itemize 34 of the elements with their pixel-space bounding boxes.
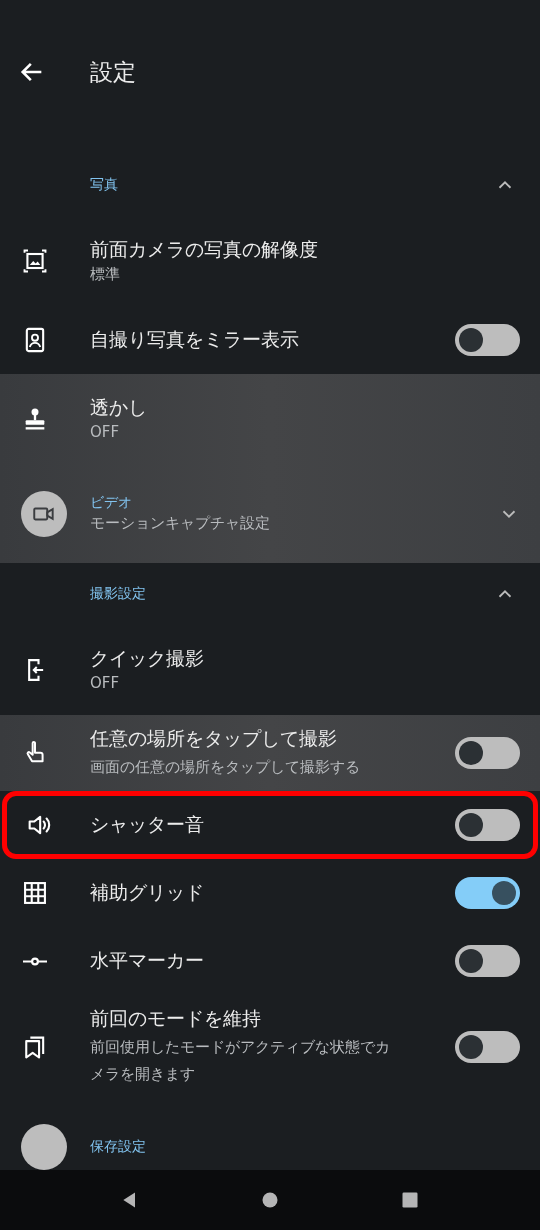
setting-value: 標準 [90, 265, 121, 285]
video-camera-icon [21, 490, 67, 537]
recents-icon[interactable] [400, 1190, 420, 1210]
setting-title: 水平マーカー [90, 948, 205, 974]
toggle-switch[interactable] [455, 324, 520, 356]
section-header[interactable]: 撮影設定 [0, 563, 540, 625]
setting-title: 前回のモードを維持 [90, 1006, 262, 1032]
level-marker-icon [23, 956, 47, 966]
shaded-setting-row[interactable]: ビデオ モーションキャプチャ設定 [0, 464, 540, 563]
setting-description: 画面の任意の場所をタップして撮影する [90, 757, 361, 778]
setting-title: ビデオ [90, 493, 133, 512]
shaded-setting-row[interactable]: 任意の場所をタップして撮影 画面の任意の場所をタップして撮影する [0, 715, 540, 792]
setting-description: 前回使用したモードがアクティブな状態でカメラを開きます [90, 1037, 391, 1085]
page-title: 設定 [90, 57, 136, 87]
toggle-switch[interactable] [455, 809, 520, 842]
shaded-setting-row[interactable]: 透かし OFF [0, 374, 540, 464]
setting-title: 任意の場所をタップして撮影 [90, 726, 338, 751]
toggle-switch[interactable] [455, 877, 520, 910]
setting-title: 補助グリッド [90, 880, 205, 906]
setting-value: OFF [90, 423, 121, 443]
toggle-switch[interactable] [455, 1030, 520, 1063]
setting-title: 透かし [90, 395, 148, 421]
setting-title: 自撮り写真をミラー表示 [90, 327, 300, 352]
home-icon[interactable] [260, 1190, 280, 1210]
setting-value: OFF [90, 674, 121, 694]
setting-title: シャッター音 [90, 812, 205, 838]
setting-title: 前面カメラの写真の解像度 [90, 237, 319, 263]
image-frame-icon [21, 247, 49, 275]
setting-title: クイック撮影 [90, 646, 205, 672]
setting-title: 保存設定 [90, 1138, 147, 1157]
toggle-switch[interactable] [455, 737, 520, 770]
setting-description: モーションキャプチャ設定 [90, 513, 271, 534]
section-header[interactable]: 写真 [0, 154, 540, 216]
toggle-switch[interactable] [455, 945, 520, 978]
